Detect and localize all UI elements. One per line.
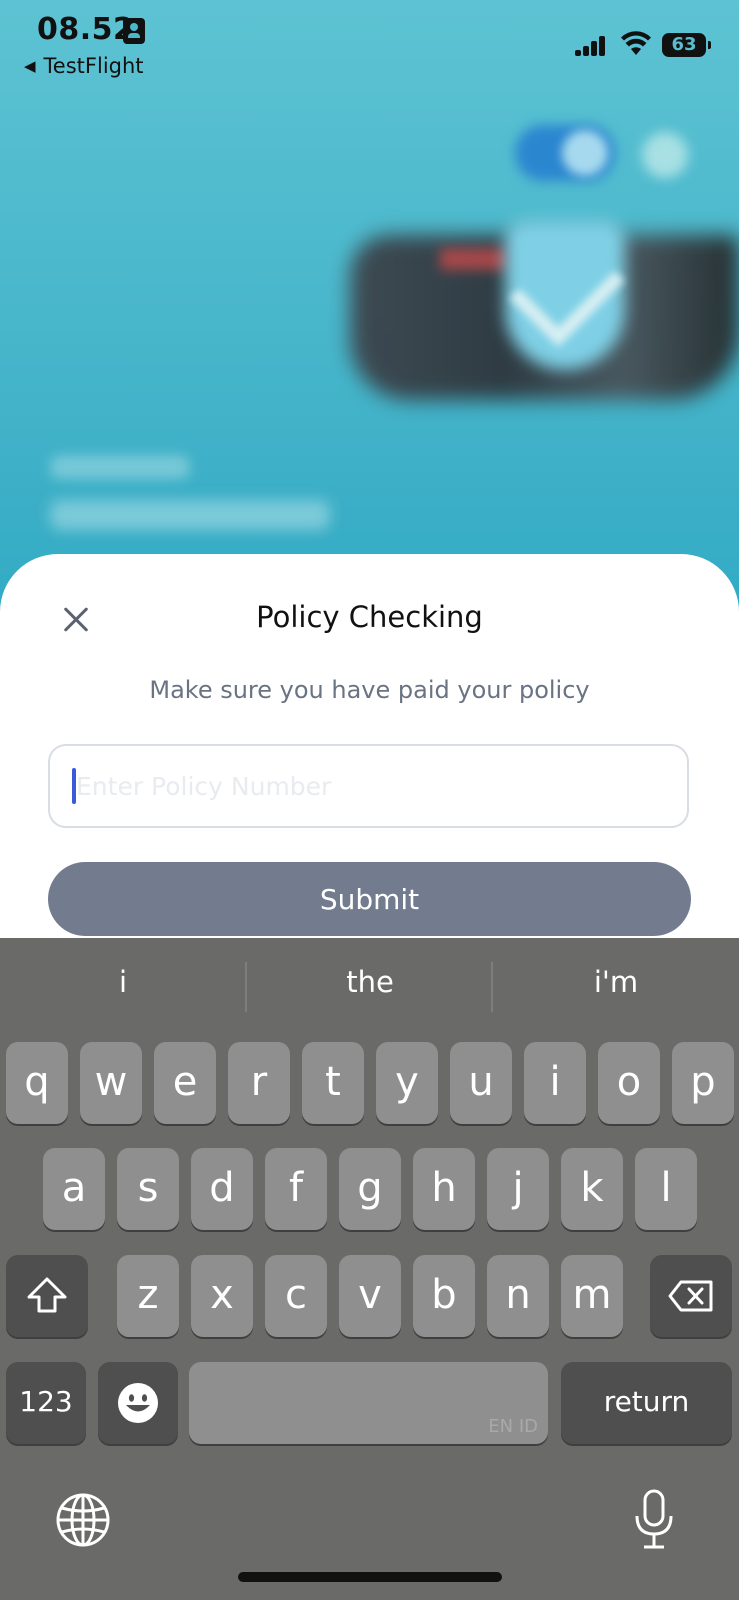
- key-v[interactable]: v: [339, 1255, 401, 1337]
- text-caret: [72, 768, 76, 804]
- key-c[interactable]: c: [265, 1255, 327, 1337]
- submit-button[interactable]: Submit: [48, 862, 691, 936]
- background-dot: [642, 132, 688, 178]
- back-arrow-icon: ◀: [24, 57, 36, 75]
- key-l[interactable]: l: [635, 1148, 697, 1230]
- key-o[interactable]: o: [598, 1042, 660, 1124]
- key-y[interactable]: y: [376, 1042, 438, 1124]
- suggestion-1[interactable]: i: [0, 965, 246, 999]
- delete-key[interactable]: [650, 1255, 732, 1337]
- key-r[interactable]: r: [228, 1042, 290, 1124]
- key-s[interactable]: s: [117, 1148, 179, 1230]
- contact-card-icon: [123, 18, 145, 44]
- policy-number-input[interactable]: [48, 744, 689, 828]
- key-d[interactable]: d: [191, 1148, 253, 1230]
- backspace-icon: [668, 1280, 713, 1312]
- key-m[interactable]: m: [561, 1255, 623, 1337]
- key-e[interactable]: e: [154, 1042, 216, 1124]
- key-j[interactable]: j: [487, 1148, 549, 1230]
- key-p[interactable]: p: [672, 1042, 734, 1124]
- key-n[interactable]: n: [487, 1255, 549, 1337]
- battery-icon: 63: [662, 33, 711, 57]
- return-key[interactable]: return: [561, 1362, 732, 1444]
- shift-key[interactable]: [6, 1255, 88, 1337]
- key-g[interactable]: g: [339, 1148, 401, 1230]
- key-x[interactable]: x: [191, 1255, 253, 1337]
- microphone-icon[interactable]: [632, 1488, 676, 1552]
- cellular-signal-icon: [575, 36, 607, 56]
- numbers-key[interactable]: 123: [6, 1362, 86, 1444]
- emoji-key[interactable]: [98, 1362, 178, 1444]
- suggestion-3[interactable]: i'm: [493, 965, 739, 999]
- sheet-subtitle: Make sure you have paid your policy: [149, 676, 590, 704]
- background-illustration-accent: [440, 248, 510, 270]
- globe-icon[interactable]: [55, 1492, 111, 1548]
- emoji-icon: [118, 1383, 158, 1423]
- key-z[interactable]: z: [117, 1255, 179, 1337]
- key-t[interactable]: t: [302, 1042, 364, 1124]
- key-i[interactable]: i: [524, 1042, 586, 1124]
- status-time: 08.52: [37, 12, 135, 47]
- key-u[interactable]: u: [450, 1042, 512, 1124]
- key-w[interactable]: w: [80, 1042, 142, 1124]
- key-q[interactable]: q: [6, 1042, 68, 1124]
- background-blurred-text: [50, 500, 330, 530]
- background-toggle-knob: [562, 130, 608, 176]
- key-f[interactable]: f: [265, 1148, 327, 1230]
- background-blurred-text: [50, 455, 190, 479]
- suggestion-2[interactable]: the: [247, 965, 493, 999]
- back-app-label: TestFlight: [43, 54, 144, 78]
- key-k[interactable]: k: [561, 1148, 623, 1230]
- back-to-app-link[interactable]: ◀ TestFlight: [24, 54, 144, 78]
- key-b[interactable]: b: [413, 1255, 475, 1337]
- key-h[interactable]: h: [413, 1148, 475, 1230]
- space-language-label: EN ID: [488, 1416, 538, 1437]
- shift-icon: [27, 1277, 67, 1313]
- home-indicator[interactable]: [238, 1572, 502, 1582]
- space-key[interactable]: EN ID: [189, 1362, 548, 1444]
- key-a[interactable]: a: [43, 1148, 105, 1230]
- sheet-title: Policy Checking: [256, 600, 483, 634]
- wifi-icon: [621, 31, 651, 55]
